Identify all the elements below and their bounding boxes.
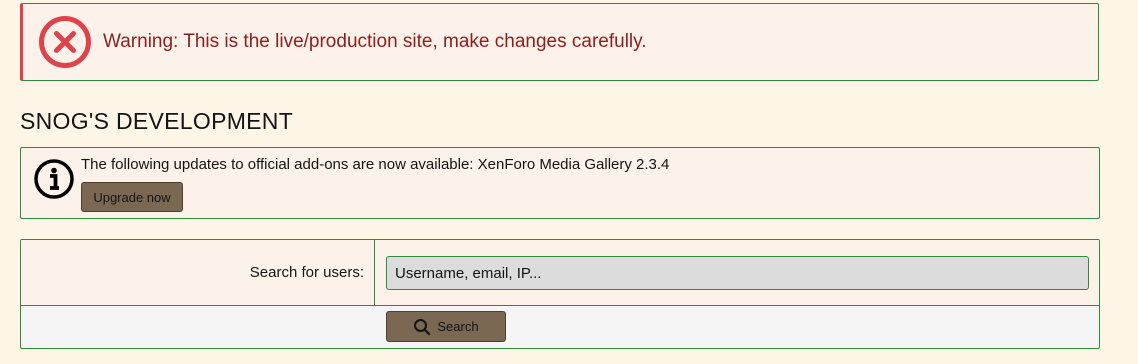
page-title: SNOG'S DEVELOPMENT: [20, 108, 294, 134]
info-circle-icon: [33, 158, 75, 200]
user-search-form: Search for users: Search: [20, 239, 1100, 349]
user-search-input[interactable]: [386, 256, 1089, 290]
notice-text: The following updates to official add-on…: [81, 156, 670, 173]
production-warning-banner: Warning: This is the live/production sit…: [20, 3, 1099, 81]
search-icon: [413, 318, 431, 336]
upgrade-now-button[interactable]: Upgrade now: [81, 182, 183, 212]
search-button[interactable]: Search: [386, 311, 506, 342]
addon-update-notice: The following updates to official add-on…: [20, 147, 1100, 219]
warning-message: Warning: This is the live/production sit…: [103, 31, 647, 52]
search-label: Search for users:: [21, 240, 375, 305]
search-button-label: Search: [437, 319, 479, 334]
error-circle-icon: [38, 15, 92, 69]
